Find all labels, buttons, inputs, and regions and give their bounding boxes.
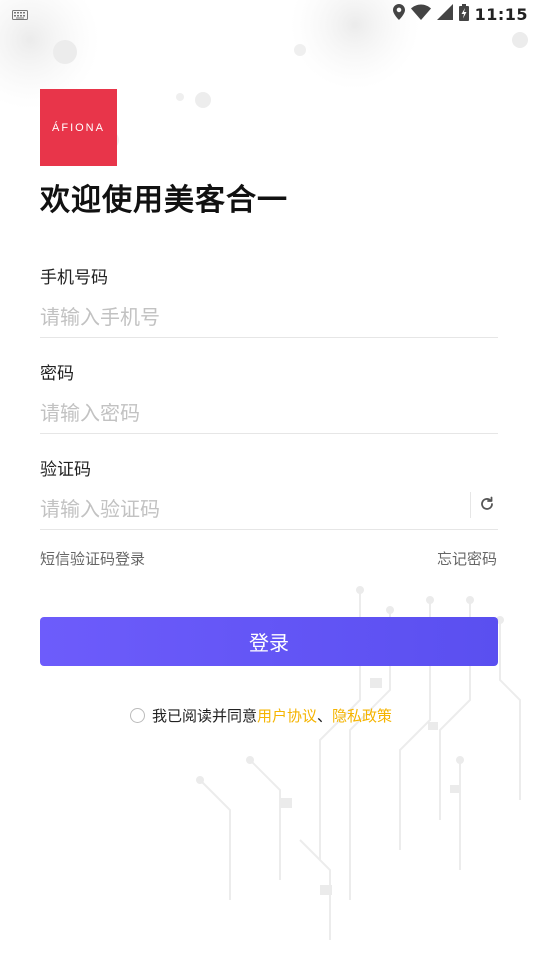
status-right: 11:15 [392, 3, 528, 25]
battery-charging-icon [458, 3, 469, 25]
code-separator [470, 492, 471, 518]
app-logo: ÁFIONA [40, 89, 117, 166]
password-label: 密码 [40, 364, 74, 384]
password-input[interactable] [40, 393, 470, 433]
code-input[interactable] [40, 489, 460, 529]
logo-text: ÁFIONA [52, 121, 105, 134]
code-label: 验证码 [40, 460, 91, 480]
phone-label: 手机号码 [40, 268, 108, 288]
status-time: 11:15 [474, 4, 528, 24]
wifi-icon [410, 4, 431, 24]
forgot-password-link[interactable]: 忘记密码 [437, 548, 497, 569]
status-bar: 11:15 [0, 0, 538, 28]
phone-input[interactable] [40, 297, 470, 337]
location-icon [392, 4, 405, 24]
welcome-title: 欢迎使用美客合一 [40, 183, 288, 218]
agree-radio[interactable] [130, 707, 145, 723]
agreement-row: 我已阅读并同意 用户协议 、 隐私政策 [130, 704, 392, 726]
refresh-icon[interactable] [476, 493, 498, 515]
phone-divider [40, 337, 498, 338]
status-left [12, 5, 28, 24]
password-divider [40, 433, 498, 434]
agreement-separator: 、 [317, 706, 333, 725]
code-divider [40, 529, 498, 530]
login-button[interactable]: 登录 [40, 617, 498, 666]
sms-login-link[interactable]: 短信验证码登录 [40, 548, 145, 569]
signal-icon [436, 4, 453, 24]
agreement-prefix: 我已阅读并同意 [152, 706, 258, 725]
privacy-policy-link[interactable]: 隐私政策 [332, 705, 392, 726]
user-agreement-link[interactable]: 用户协议 [257, 705, 317, 726]
keyboard-icon [12, 5, 28, 24]
